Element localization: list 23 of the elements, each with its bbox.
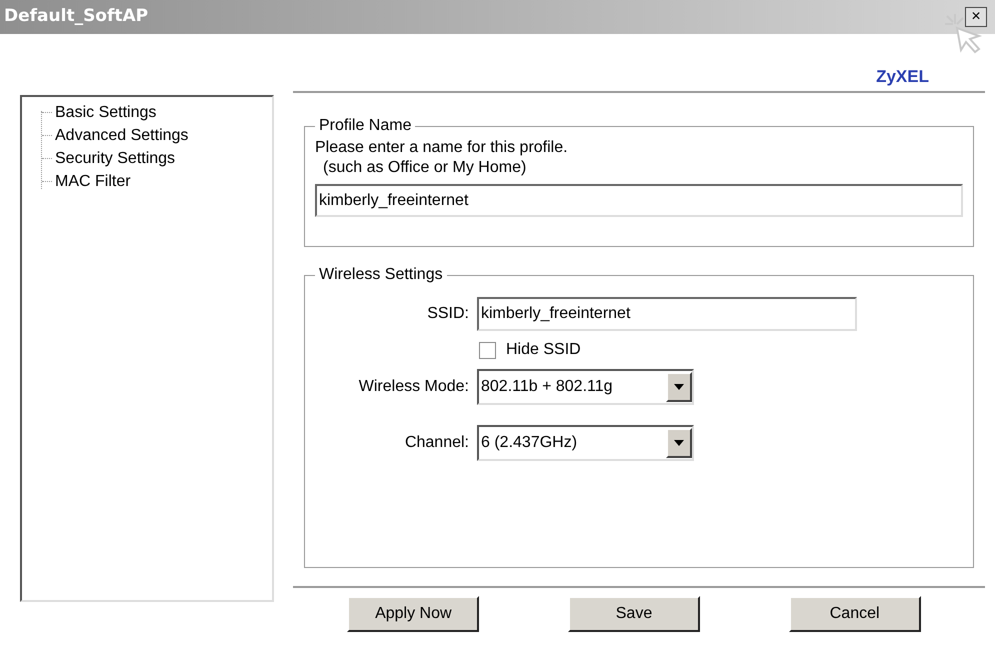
ssid-field[interactable]: kimberly_freeinternet <box>477 297 857 331</box>
tree-item[interactable]: Basic Settings <box>54 100 158 124</box>
hide-ssid-checkbox[interactable]: Hide SSID <box>477 331 973 369</box>
hint-text: (such as Office or My Home) <box>322 158 528 178</box>
profile-name-field[interactable]: kimberly_freeinternet <box>315 184 963 217</box>
dialog-button[interactable]: Cancel <box>788 596 921 632</box>
tree-item[interactable]: MAC Filter <box>54 170 132 194</box>
group-title: Wireless Settings <box>318 265 444 285</box>
group-title: Profile Name <box>318 116 412 136</box>
dialog-button[interactable]: Save <box>568 596 700 632</box>
brand-logo: ZyXEL <box>876 66 929 88</box>
channel-dropdown[interactable]: 6 (2.437GHz) <box>477 425 694 461</box>
close-button[interactable]: × <box>965 7 987 27</box>
tree-item[interactable]: Security Settings <box>54 146 176 170</box>
hint-text: Please enter a name for this profile. <box>315 138 569 158</box>
field-label: Wireless Mode: <box>358 377 469 397</box>
window-title: Default_SoftAP <box>4 5 148 28</box>
field-label: SSID: <box>426 304 469 324</box>
checkbox-box[interactable] <box>479 342 496 358</box>
wireless-mode-dropdown[interactable]: 802.11b + 802.11g <box>477 369 694 405</box>
dialog-button[interactable]: Apply Now <box>347 596 480 632</box>
tree-item[interactable]: Advanced Settings <box>54 124 190 148</box>
field-label: Channel: <box>404 433 469 453</box>
